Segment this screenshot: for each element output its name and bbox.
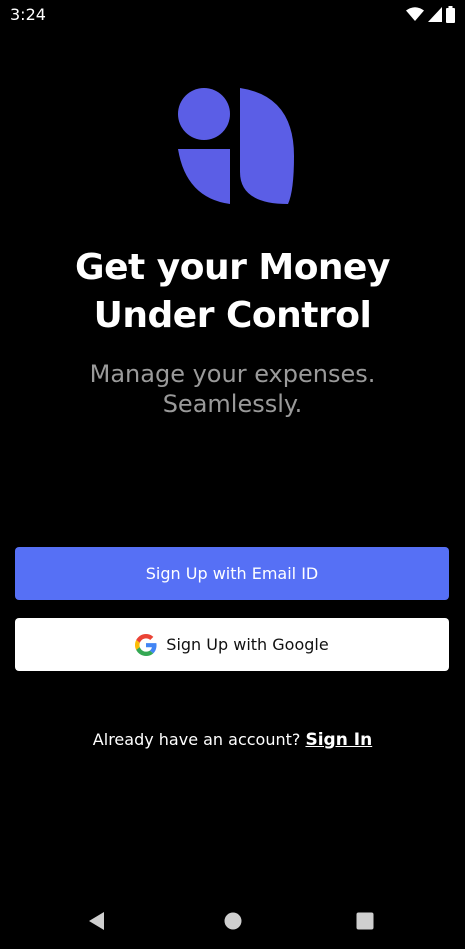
sign-in-row: Already have an account? Sign In: [0, 730, 465, 750]
subtitle-line-2: Seamlessly.: [162, 390, 303, 418]
status-time: 3:24: [10, 5, 46, 24]
status-bar: 3:24: [0, 0, 465, 28]
sign-up-google-button[interactable]: Sign Up with Google: [15, 618, 449, 671]
home-icon[interactable]: [223, 911, 243, 931]
logo-leaf: [240, 88, 294, 204]
subtitle-line-1: Manage your expenses.: [89, 360, 376, 388]
headline: Get your Money Under Control: [0, 244, 465, 340]
logo-quarter: [178, 149, 230, 204]
recents-icon[interactable]: [356, 912, 374, 930]
sign-up-email-label: Sign Up with Email ID: [145, 564, 319, 583]
sign-up-google-label: Sign Up with Google: [166, 635, 329, 654]
headline-line-1: Get your Money: [75, 247, 390, 288]
sign-up-email-button[interactable]: Sign Up with Email ID: [15, 547, 449, 600]
sign-in-prompt: Already have an account?: [92, 730, 301, 749]
wifi-icon: [406, 6, 424, 21]
navigation-bar: [0, 895, 465, 949]
battery-icon: [446, 5, 455, 23]
welcome-screen: 3:24 Get your Money Under Control Manage: [0, 0, 465, 949]
logo-circle: [178, 88, 230, 140]
signal-icon: [428, 6, 442, 22]
headline-line-2: Under Control: [93, 295, 372, 336]
google-icon: [135, 633, 157, 656]
subtitle: Manage your expenses. Seamlessly.: [0, 359, 465, 419]
back-icon[interactable]: [87, 911, 107, 931]
sign-in-link[interactable]: Sign In: [305, 730, 372, 750]
status-icons: [406, 5, 455, 23]
app-logo: [178, 88, 294, 204]
